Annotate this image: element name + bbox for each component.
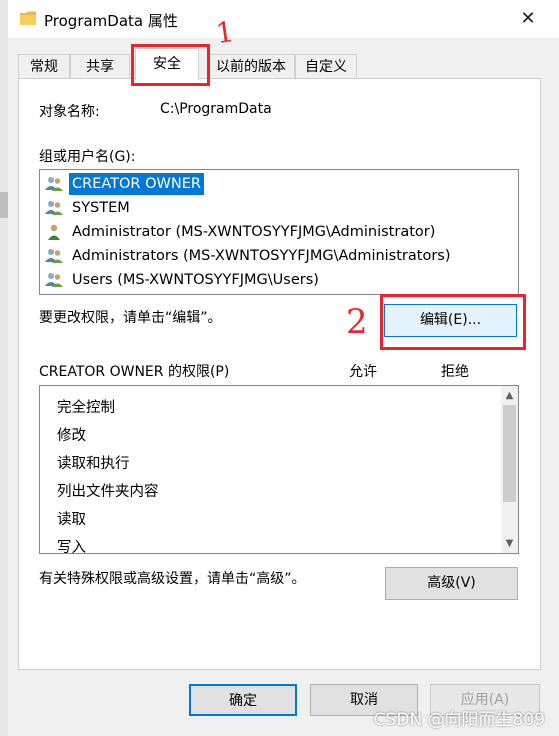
users-group-icon [45,249,63,263]
annotation-number-2: 2 [346,302,368,342]
advanced-hint: 有关特殊权限或高级设置，请单击“高级”。 [39,571,306,587]
tab-general[interactable]: 常规 [18,54,70,79]
group-list-label: 组或用户名(G): [39,149,136,165]
watermark: CSDN @向阳而生809 [373,710,545,730]
allow-column-header: 允许 [349,364,377,380]
tab-customize[interactable]: 自定义 [295,54,357,79]
list-item: 列出文件夹内容 [57,484,159,500]
tab-previous-versions[interactable]: 以前的版本 [207,54,295,79]
window-title: ProgramData 属性 [44,12,178,30]
list-item: 写入 [57,540,86,554]
annotation-box-edit-button [380,294,526,350]
vertical-scrollbar[interactable]: ▲ ▼ [501,386,518,553]
list-item: 修改 [57,428,86,444]
permissions-list[interactable]: 完全控制 修改 读取和执行 列出文件夹内容 读取 写入 ▲ ▼ [39,385,519,554]
advanced-button[interactable]: 高级(V) [385,567,518,600]
users-group-icon [45,177,63,191]
tab-sharing[interactable]: 共享 [70,54,130,79]
user-icon [48,224,60,240]
list-item: 完全控制 [57,400,115,416]
list-item: 读取 [57,512,86,528]
annotation-box-security-tab [131,44,210,86]
list-item[interactable]: CREATOR OWNER [43,173,517,195]
users-group-icon [45,201,63,215]
chevron-up-icon[interactable]: ▲ [501,387,518,404]
close-button[interactable]: ✕ [510,5,546,33]
deny-column-header: 拒绝 [441,364,469,380]
object-name-value: C:\ProgramData [160,101,272,117]
permissions-label: CREATOR OWNER 的权限(P) [39,364,230,380]
folder-icon [20,11,36,25]
object-name-label: 对象名称: [39,104,100,120]
scroll-thumb[interactable] [503,405,516,502]
chevron-down-icon[interactable]: ▼ [501,535,518,552]
ok-button[interactable]: 确定 [189,684,297,716]
background-window-strip [0,0,8,736]
change-permissions-hint: 要更改权限，请单击“编辑”。 [39,310,222,326]
users-group-icon [45,273,63,287]
list-item: 读取和执行 [57,456,130,472]
group-user-list[interactable]: CREATOR OWNER SYSTEM Administrator (MS-X… [39,169,519,295]
